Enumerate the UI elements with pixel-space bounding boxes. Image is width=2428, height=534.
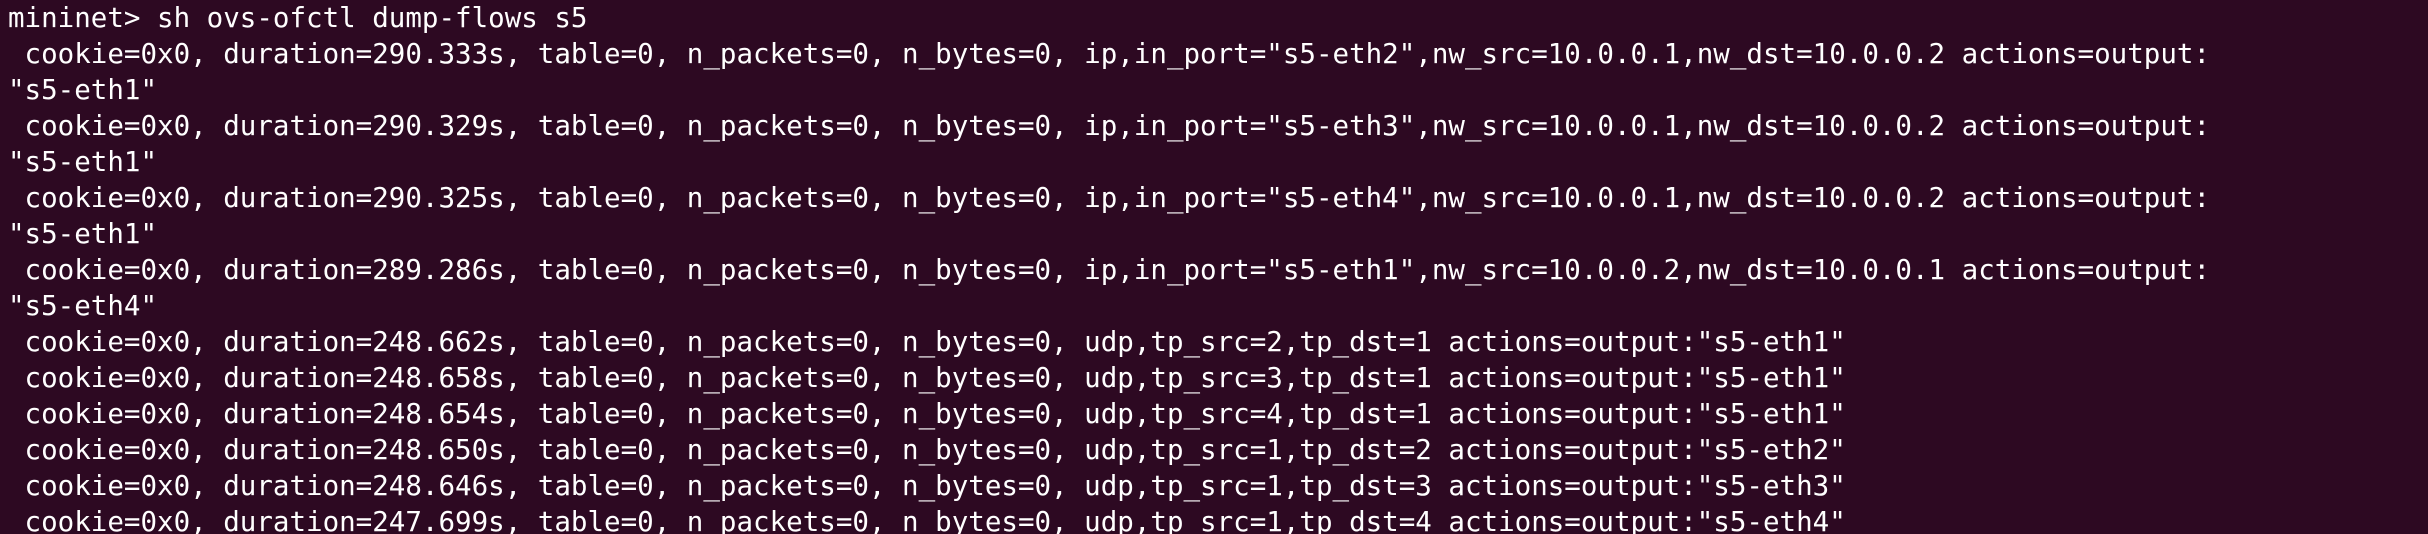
output-line: cookie=0x0, duration=289.286s, table=0, …: [8, 254, 2211, 286]
prompt-line: mininet> sh ovs-ofctl dump-flows s5: [8, 2, 588, 34]
output-line: "s5-eth4": [8, 290, 158, 322]
output-line: cookie=0x0, duration=290.325s, table=0, …: [8, 182, 2211, 214]
output-line: cookie=0x0, duration=290.329s, table=0, …: [8, 110, 2211, 142]
output-line: cookie=0x0, duration=248.646s, table=0, …: [8, 470, 1846, 502]
output-line: cookie=0x0, duration=248.654s, table=0, …: [8, 398, 1846, 430]
output-line: cookie=0x0, duration=248.658s, table=0, …: [8, 362, 1846, 394]
output-line: cookie=0x0, duration=247.699s, table=0, …: [8, 506, 1846, 534]
output-line: cookie=0x0, duration=248.650s, table=0, …: [8, 434, 1846, 466]
output-line: cookie=0x0, duration=290.333s, table=0, …: [8, 38, 2211, 70]
terminal-output[interactable]: mininet> sh ovs-ofctl dump-flows s5 cook…: [0, 0, 2428, 534]
output-line: "s5-eth1": [8, 74, 158, 106]
output-line: "s5-eth1": [8, 146, 158, 178]
output-line: "s5-eth1": [8, 218, 158, 250]
output-line: cookie=0x0, duration=248.662s, table=0, …: [8, 326, 1846, 358]
